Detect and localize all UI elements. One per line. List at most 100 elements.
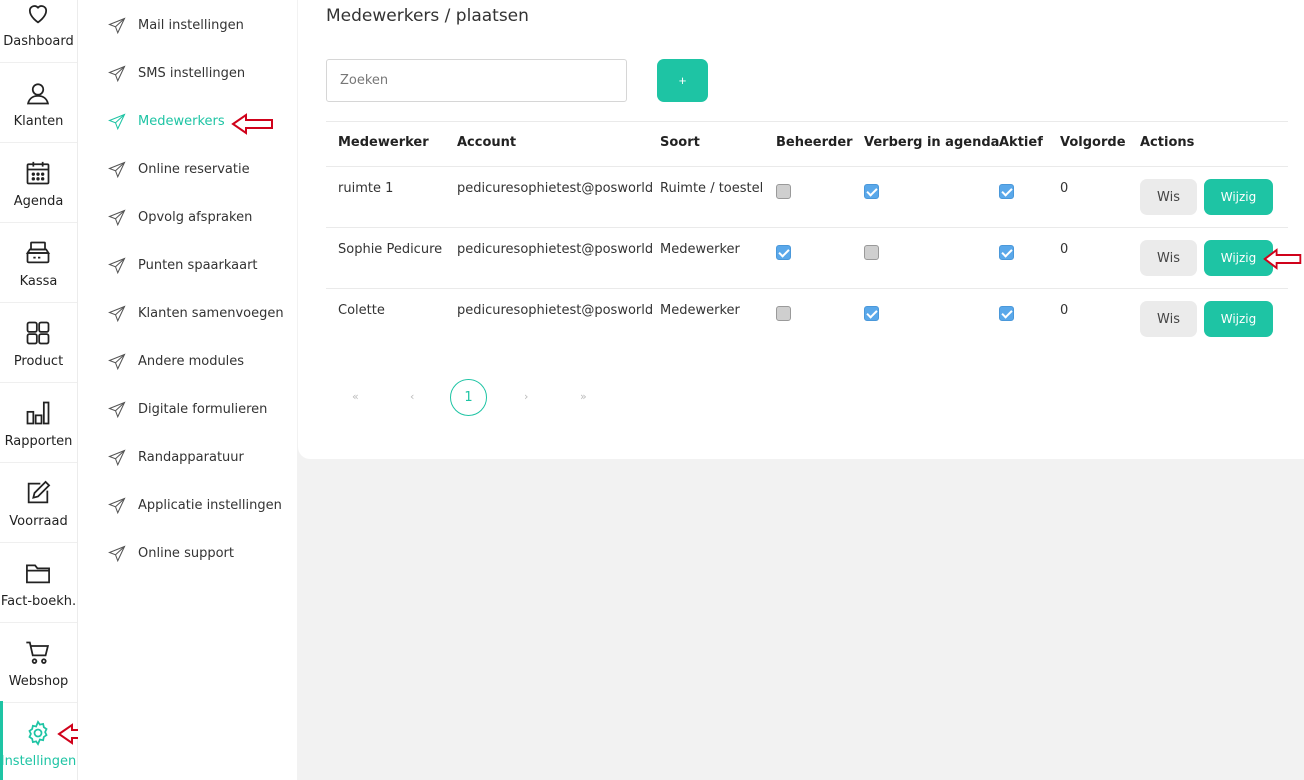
submenu-applicatie-instellingen[interactable]: Applicatie instellingen xyxy=(78,487,297,527)
col-header-verberg-in-agenda: Verberg in agenda xyxy=(864,135,1000,150)
add-employee-button[interactable]: + xyxy=(657,59,708,102)
aktief-checkbox[interactable] xyxy=(999,306,1014,321)
submenu-label: Mail instellingen xyxy=(138,18,244,33)
edit-button[interactable]: Wijzig xyxy=(1204,301,1273,337)
aktief-checkbox[interactable] xyxy=(999,184,1014,199)
cell-medewerker: Colette xyxy=(338,303,385,318)
col-header-actions: Actions xyxy=(1140,135,1195,150)
nav-product[interactable]: Product xyxy=(0,303,77,383)
heart-icon xyxy=(24,0,52,27)
submenu-andere-modules[interactable]: Andere modules xyxy=(78,343,297,383)
col-header-soort: Soort xyxy=(660,135,700,150)
nav-agenda-label: Agenda xyxy=(13,194,64,209)
nav-klanten-label: Klanten xyxy=(13,114,64,129)
pagination-prev[interactable]: ‹ xyxy=(410,390,414,403)
submenu-label: Opvolg afspraken xyxy=(138,210,253,225)
nav-klanten[interactable]: Klanten xyxy=(0,63,77,143)
nav-dashboard[interactable]: Dashboard xyxy=(0,0,77,63)
nav-agenda[interactable]: Agenda xyxy=(0,143,77,223)
submenu-label: Online reservatie xyxy=(138,162,250,177)
nav-rapporten[interactable]: Rapporten xyxy=(0,383,77,463)
col-header-volgorde: Volgorde xyxy=(1060,135,1126,150)
paper-plane-icon xyxy=(108,497,126,515)
delete-button[interactable]: Wis xyxy=(1140,301,1197,337)
paper-plane-icon xyxy=(108,545,126,563)
nav-kassa[interactable]: Kassa xyxy=(0,223,77,303)
submenu-label: Medewerkers xyxy=(138,114,225,129)
paper-plane-icon xyxy=(108,257,126,275)
nav-fact-boekh[interactable]: Fact-boekh. xyxy=(0,543,77,623)
submenu-digitale-formulieren[interactable]: Digitale formulieren xyxy=(78,391,297,431)
edit-button[interactable]: Wijzig xyxy=(1204,179,1273,215)
nav-dashboard-label: Dashboard xyxy=(3,34,74,49)
cell-soort: Ruimte / toestel xyxy=(660,181,764,196)
page-title: Medewerkers / plaatsen xyxy=(326,6,529,26)
cell-medewerker: ruimte 1 xyxy=(338,181,394,196)
nav-product-label: Product xyxy=(13,354,64,369)
paper-plane-icon xyxy=(108,449,126,467)
submenu-sms-instellingen[interactable]: SMS instellingen xyxy=(78,55,297,95)
nav-instellingen-label: Instellingen xyxy=(0,754,77,769)
submenu-online-support[interactable]: Online support xyxy=(78,535,297,575)
submenu-online-reservatie[interactable]: Online reservatie xyxy=(78,151,297,191)
col-header-aktief: Aktief xyxy=(999,135,1043,150)
cell-volgorde: 0 xyxy=(1060,181,1069,196)
beheerder-checkbox[interactable] xyxy=(776,245,791,260)
cell-soort: Medewerker xyxy=(660,242,740,257)
folder-icon xyxy=(24,559,52,587)
search-input[interactable] xyxy=(326,59,627,102)
cash-register-icon xyxy=(24,239,52,267)
edit-icon xyxy=(24,479,52,507)
table-header-row: Medewerker Account Soort Beheerder Verbe… xyxy=(326,121,1288,166)
table-row: ruimte 1 pedicuresophietest@posworld Rui… xyxy=(326,166,1288,227)
col-header-medewerker: Medewerker xyxy=(338,135,429,150)
nav-voorraad[interactable]: Voorraad xyxy=(0,463,77,543)
submenu-label: Randapparatuur xyxy=(138,450,244,465)
cell-account: pedicuresophietest@posworld xyxy=(457,181,654,196)
cart-icon xyxy=(24,639,52,667)
nav-rapporten-label: Rapporten xyxy=(4,434,73,449)
pagination-current-page[interactable]: 1 xyxy=(450,379,487,416)
pagination-first[interactable]: « xyxy=(352,390,359,403)
paper-plane-icon xyxy=(108,113,126,131)
calendar-icon xyxy=(24,159,52,187)
submenu-randapparatuur[interactable]: Randapparatuur xyxy=(78,439,297,479)
nav-fact-boekh-label: Fact-boekh. xyxy=(0,594,77,609)
cell-account: pedicuresophietest@posworld xyxy=(457,242,654,257)
submenu-label: SMS instellingen xyxy=(138,66,246,81)
beheerder-checkbox[interactable] xyxy=(776,184,791,199)
submenu-klanten-samenvoegen[interactable]: Klanten samenvoegen xyxy=(78,295,297,335)
submenu-mail-instellingen[interactable]: Mail instellingen xyxy=(78,7,297,47)
pagination-last[interactable]: » xyxy=(580,390,587,403)
nav-webshop[interactable]: Webshop xyxy=(0,623,77,703)
delete-button[interactable]: Wis xyxy=(1140,240,1197,276)
verberg-in-agenda-checkbox[interactable] xyxy=(864,306,879,321)
verberg-in-agenda-checkbox[interactable] xyxy=(864,184,879,199)
paper-plane-icon xyxy=(108,401,126,419)
nav-webshop-label: Webshop xyxy=(8,674,69,689)
submenu-label: Online support xyxy=(138,546,234,561)
delete-button[interactable]: Wis xyxy=(1140,179,1197,215)
submenu-label: Punten spaarkaart xyxy=(138,258,258,273)
submenu-label: Applicatie instellingen xyxy=(138,498,282,513)
paper-plane-icon xyxy=(108,161,126,179)
submenu-label: Digitale formulieren xyxy=(138,402,268,417)
cell-soort: Medewerker xyxy=(660,303,740,318)
submenu-label: Klanten samenvoegen xyxy=(138,306,284,321)
bar-chart-icon xyxy=(24,399,52,427)
col-header-account: Account xyxy=(457,135,517,150)
pagination-next[interactable]: › xyxy=(524,390,528,403)
verberg-in-agenda-checkbox[interactable] xyxy=(864,245,879,260)
paper-plane-icon xyxy=(108,305,126,323)
gear-icon xyxy=(24,719,52,747)
submenu-punten-spaarkaart[interactable]: Punten spaarkaart xyxy=(78,247,297,287)
beheerder-checkbox[interactable] xyxy=(776,306,791,321)
annotation-arrow-medewerkers xyxy=(230,113,276,135)
paper-plane-icon xyxy=(108,17,126,35)
paper-plane-icon xyxy=(108,65,126,83)
submenu-label: Andere modules xyxy=(138,354,245,369)
table-row: Colette pedicuresophietest@posworld Mede… xyxy=(326,288,1288,349)
submenu-opvolg-afspraken[interactable]: Opvolg afspraken xyxy=(78,199,297,239)
aktief-checkbox[interactable] xyxy=(999,245,1014,260)
cell-medewerker: Sophie Pedicure xyxy=(338,242,443,257)
